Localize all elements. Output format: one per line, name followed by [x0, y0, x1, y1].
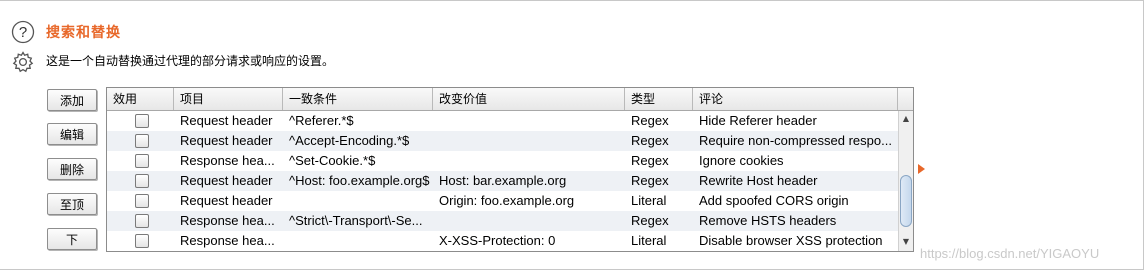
- orange-triangle-marker-icon: [918, 164, 925, 174]
- cell-item: Request header: [180, 133, 273, 148]
- cell-match: ^Referer.*$: [289, 113, 354, 128]
- column-header-replace[interactable]: 改变价值: [433, 88, 625, 110]
- enabled-checkbox[interactable]: [135, 234, 149, 248]
- enabled-checkbox[interactable]: [135, 134, 149, 148]
- cell-type: Regex: [631, 113, 669, 128]
- cell-type: Regex: [631, 213, 669, 228]
- cell-comment: Remove HSTS headers: [699, 213, 837, 228]
- enabled-checkbox[interactable]: [135, 114, 149, 128]
- cell-replace: X-XSS-Protection: 0: [439, 233, 556, 248]
- table-row[interactable]: Response hea... ^Strict\-Transport\-Se..…: [107, 211, 898, 231]
- column-header-comment[interactable]: 评论: [693, 88, 898, 110]
- table-row[interactable]: Request header ^Accept-Encoding.*$ Regex…: [107, 131, 898, 151]
- add-button[interactable]: 添加: [47, 89, 97, 111]
- cell-match: [283, 191, 433, 211]
- table-row[interactable]: Request header ^Referer.*$ Regex Hide Re…: [107, 111, 898, 131]
- cell-comment: Ignore cookies: [699, 153, 784, 168]
- cell-comment: Rewrite Host header: [699, 173, 818, 188]
- scrollbar-thumb[interactable]: [900, 175, 912, 227]
- table-row[interactable]: Request header Origin: foo.example.org L…: [107, 191, 898, 211]
- enabled-checkbox[interactable]: [135, 174, 149, 188]
- svg-text:?: ?: [19, 24, 27, 41]
- table-row[interactable]: Response hea... ^Set-Cookie.*$ Regex Ign…: [107, 151, 898, 171]
- move-down-button[interactable]: 下: [47, 228, 97, 250]
- panel-description: 这是一个自动替换通过代理的部分请求或响应的设置。: [46, 54, 335, 68]
- cell-replace: [433, 131, 625, 151]
- scroll-down-arrow-icon[interactable]: ▼: [901, 237, 911, 247]
- cell-item: Response hea...: [180, 213, 275, 228]
- cell-type: Regex: [631, 133, 669, 148]
- cell-item: Request header: [180, 173, 273, 188]
- cell-match: ^Strict\-Transport\-Se...: [289, 213, 423, 228]
- cell-replace: [433, 151, 625, 171]
- cell-replace: Origin: foo.example.org: [439, 193, 575, 208]
- table-row[interactable]: Request header ^Host: foo.example.org$ H…: [107, 171, 898, 191]
- enabled-checkbox[interactable]: [135, 154, 149, 168]
- cell-match: ^Host: foo.example.org$: [289, 173, 430, 188]
- cell-match: ^Accept-Encoding.*$: [289, 133, 410, 148]
- cell-type: Literal: [631, 233, 667, 248]
- table-row[interactable]: Response hea... X-XSS-Protection: 0 Lite…: [107, 231, 898, 251]
- remove-button[interactable]: 删除: [47, 158, 97, 180]
- scroll-up-arrow-icon[interactable]: ▲: [901, 114, 911, 124]
- watermark-text: https://blog.csdn.net/YIGAOYU: [920, 246, 1100, 261]
- match-replace-table: 效用 项目 一致条件 改变价值 类型 评论 Request header ^Re…: [106, 87, 914, 252]
- cell-item: Response hea...: [180, 233, 275, 248]
- cell-replace: Host: bar.example.org: [439, 173, 567, 188]
- cell-comment: Disable browser XSS protection: [699, 233, 883, 248]
- gear-icon[interactable]: [11, 50, 35, 74]
- cell-type: Regex: [631, 173, 669, 188]
- table-header: 效用 项目 一致条件 改变价值 类型 评论: [107, 88, 913, 111]
- help-icon[interactable]: ?: [11, 20, 35, 44]
- edit-button[interactable]: 编辑: [47, 123, 97, 145]
- cell-item: Request header: [180, 193, 273, 208]
- cell-type: Regex: [631, 153, 669, 168]
- column-header-type[interactable]: 类型: [625, 88, 693, 110]
- enabled-checkbox[interactable]: [135, 194, 149, 208]
- cell-item: Response hea...: [180, 153, 275, 168]
- cell-replace: [433, 111, 625, 131]
- column-header-enabled[interactable]: 效用: [107, 88, 174, 110]
- move-to-top-button[interactable]: 至顶: [47, 193, 97, 215]
- enabled-checkbox[interactable]: [135, 214, 149, 228]
- cell-replace: [433, 211, 625, 231]
- cell-comment: Hide Referer header: [699, 113, 817, 128]
- cell-comment: Add spoofed CORS origin: [699, 193, 849, 208]
- cell-match: ^Set-Cookie.*$: [289, 153, 376, 168]
- column-header-item[interactable]: 项目: [174, 88, 283, 110]
- column-header-match[interactable]: 一致条件: [283, 88, 433, 110]
- panel-title: 搜索和替换: [46, 25, 121, 41]
- vertical-scrollbar[interactable]: ▲ ▼: [898, 111, 913, 251]
- cell-item: Request header: [180, 113, 273, 128]
- cell-type: Literal: [631, 193, 667, 208]
- cell-match: [283, 231, 433, 251]
- cell-comment: Require non-compressed respo...: [699, 133, 892, 148]
